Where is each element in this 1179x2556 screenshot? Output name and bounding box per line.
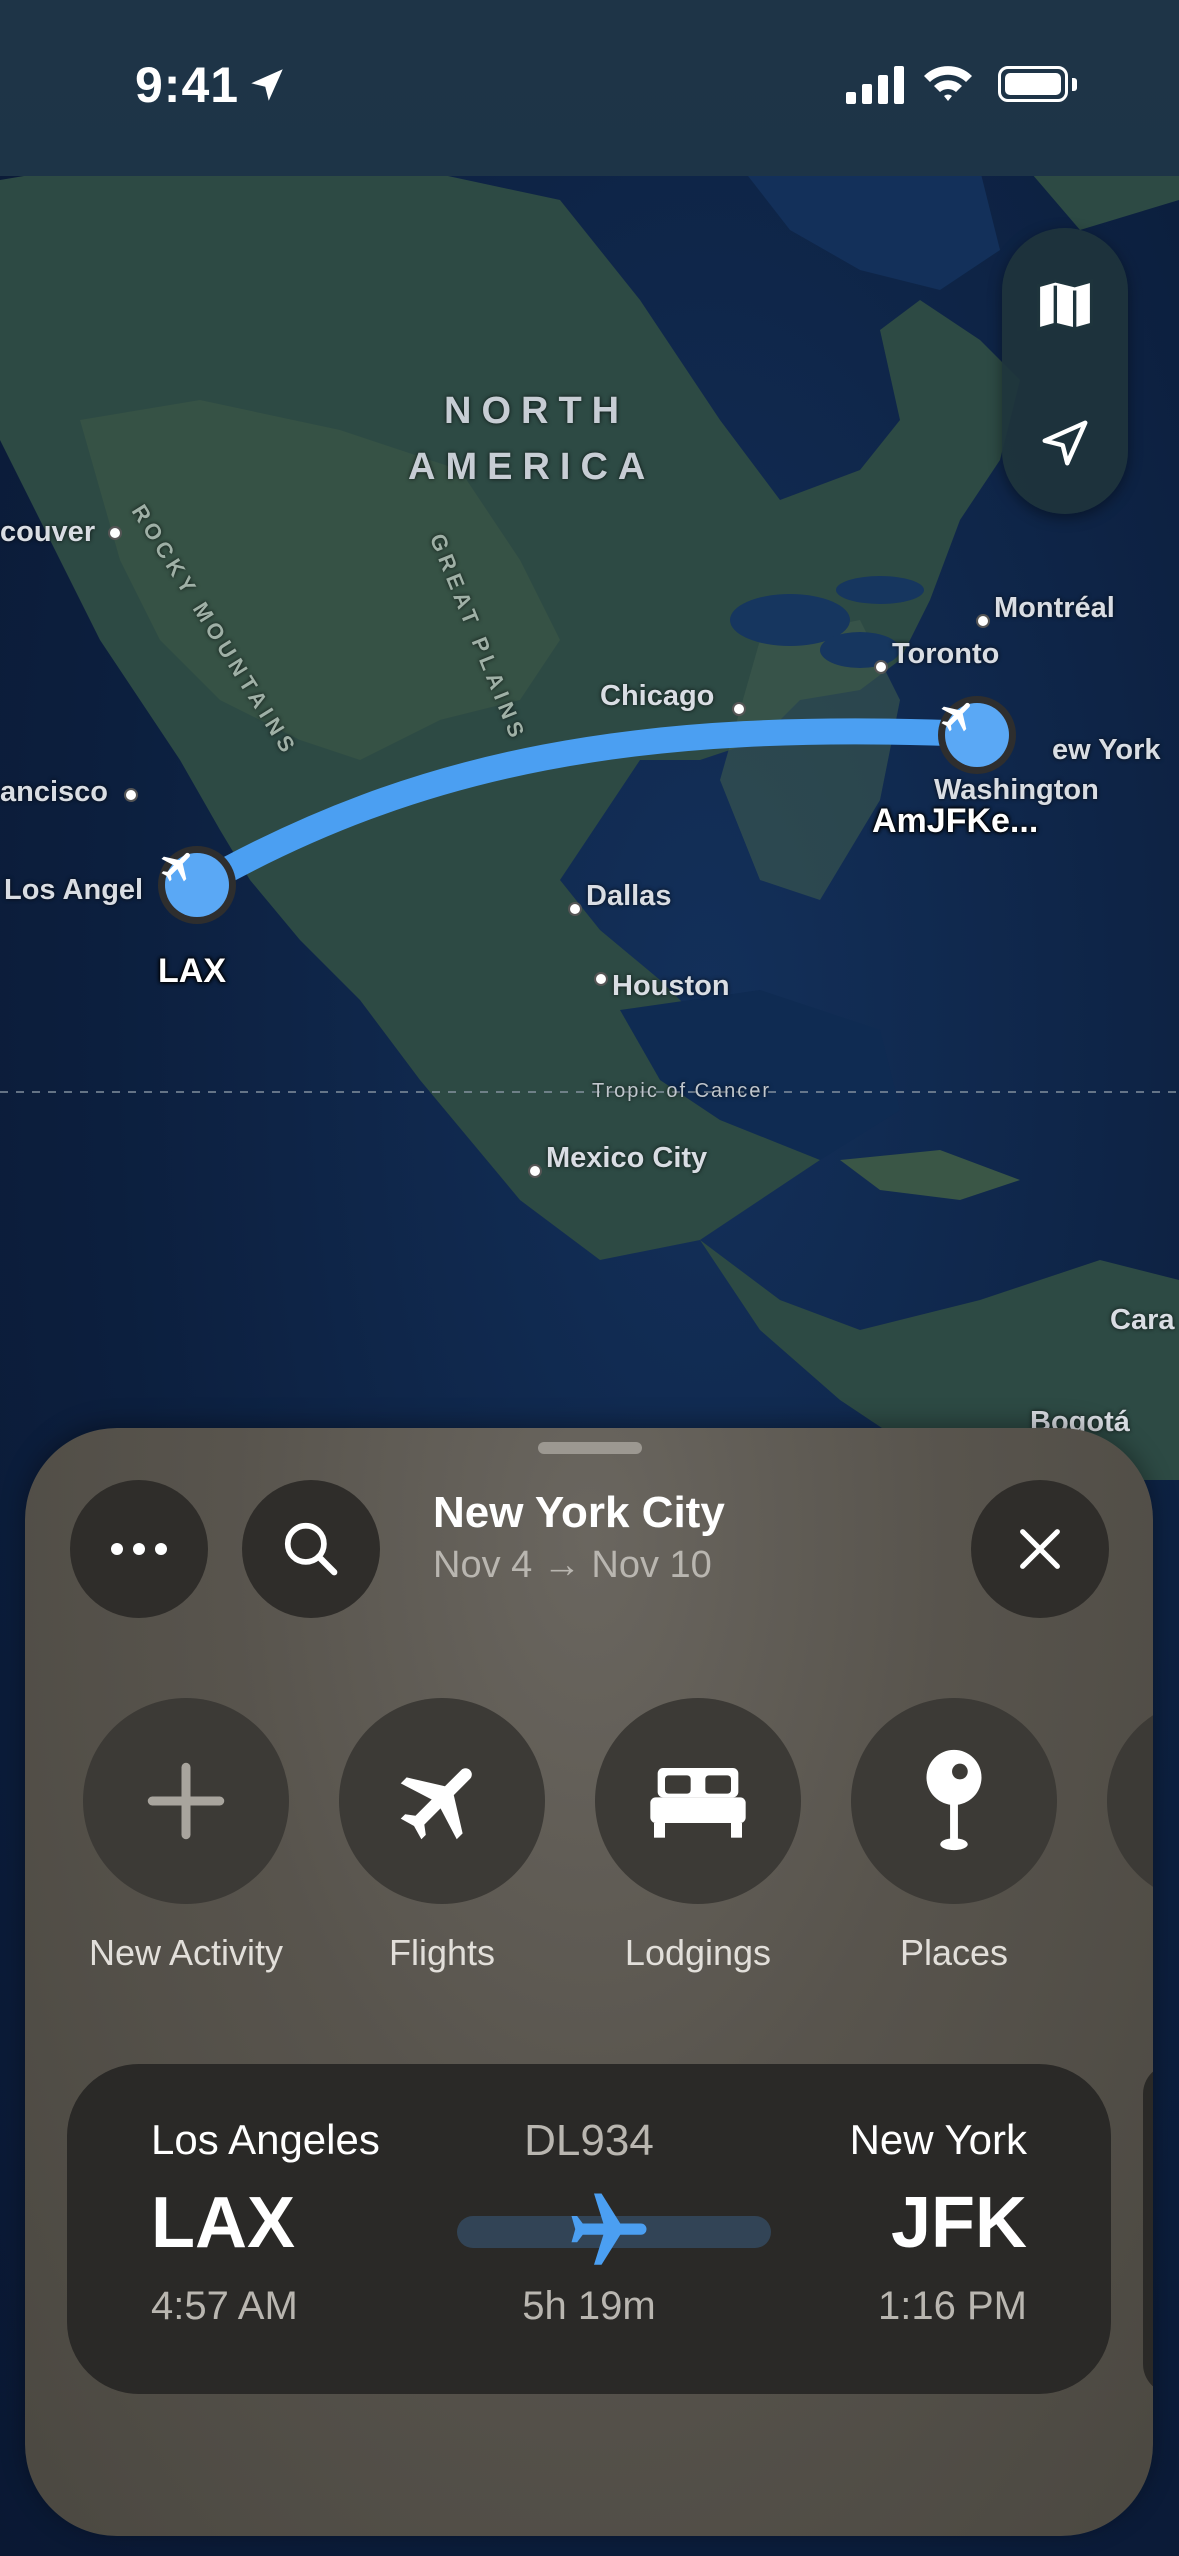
destination-airport-label: AmJFKe... <box>872 802 1039 840</box>
airplane-icon <box>400 1768 472 1840</box>
origin-airport-pin[interactable] <box>158 846 236 924</box>
city-dot <box>594 972 608 986</box>
trip-bottom-sheet[interactable]: New York City Nov 4 → Nov 10 New Activit… <box>25 1428 1153 2536</box>
origin-airport-label: LAX <box>158 952 226 990</box>
city-dot <box>976 614 990 628</box>
sheet-grabber[interactable] <box>538 1442 642 1454</box>
search-button[interactable] <box>242 1480 380 1618</box>
quick-actions: New Activity Flights Lodgings Places <box>25 1698 1153 1973</box>
city-dallas[interactable]: Dallas <box>586 880 671 913</box>
trip-dates: Nov 4 → Nov 10 <box>433 1544 712 1586</box>
airplane-icon <box>571 2193 647 2265</box>
trip-title: New York City <box>433 1488 725 1537</box>
city-mexico-city[interactable]: Mexico City <box>546 1142 707 1175</box>
next-card-peek[interactable] <box>1143 2064 1153 2394</box>
map-mode-button[interactable] <box>1002 250 1128 360</box>
cellular-signal-icon <box>846 66 904 104</box>
ellipsis-icon <box>111 1543 167 1555</box>
location-services-icon <box>251 69 283 101</box>
city-toronto[interactable]: Toronto <box>892 638 999 671</box>
battery-icon <box>998 66 1068 102</box>
action-label: Lodgings <box>624 1932 772 1973</box>
city-dot <box>732 702 746 716</box>
action-new-activity[interactable]: New Activity <box>83 1698 289 1974</box>
city-san-francisco[interactable]: ancisco <box>0 776 108 809</box>
origin-code: LAX <box>151 2183 295 2263</box>
status-bar: 9:41 <box>0 0 1179 176</box>
region-label-america: AMERICA <box>408 446 656 488</box>
city-dot <box>874 660 888 674</box>
airplane-icon <box>161 852 190 882</box>
action-label: New Activity <box>88 1932 284 1973</box>
destination-code: JFK <box>890 2183 1027 2263</box>
action-lodgings[interactable]: Lodgings <box>595 1698 801 1974</box>
city-new-york[interactable]: ew York <box>1052 734 1161 767</box>
city-dot <box>124 788 138 802</box>
destination-airport-pin[interactable] <box>938 696 1016 774</box>
close-button[interactable] <box>971 1480 1109 1618</box>
city-dot <box>568 902 582 916</box>
city-chicago[interactable]: Chicago <box>600 680 714 713</box>
city-caracas[interactable]: Cara <box>1110 1304 1175 1337</box>
tropic-label: Tropic of Cancer <box>592 1080 772 1102</box>
map-icon <box>1036 278 1094 332</box>
action-more-peek[interactable] <box>1107 1698 1153 1904</box>
location-arrow-icon <box>1042 420 1088 466</box>
airplane-icon <box>941 702 970 732</box>
action-label: Flights <box>388 1932 496 1973</box>
search-icon <box>284 1522 338 1576</box>
city-houston[interactable]: Houston <box>612 970 730 1003</box>
map-controls <box>1002 228 1128 514</box>
close-icon <box>1020 1529 1060 1569</box>
city-dot <box>108 526 122 540</box>
flight-card[interactable]: Los Angeles LAX 4:57 AM DL934 5h 19m New… <box>67 2064 1111 2394</box>
destination-city: New York <box>849 2116 1027 2163</box>
locate-me-button[interactable] <box>1002 388 1128 498</box>
city-dot <box>528 1164 542 1178</box>
status-time: 9:41 <box>135 57 240 113</box>
city-los-angeles[interactable]: Los Angel <box>4 874 143 907</box>
wifi-icon <box>924 66 972 101</box>
pin-icon <box>926 1749 982 1851</box>
action-label: Places <box>899 1932 1009 1973</box>
arrival-time: 1:16 PM <box>878 2284 1027 2328</box>
city-vancouver[interactable]: couver <box>0 516 95 549</box>
battery-cap <box>1072 78 1077 91</box>
bed-icon <box>650 1768 746 1838</box>
plus-icon <box>147 1762 225 1840</box>
action-flights[interactable]: Flights <box>339 1698 545 1974</box>
more-button[interactable] <box>70 1480 208 1618</box>
region-label-north: NORTH <box>444 390 630 432</box>
city-montreal[interactable]: Montréal <box>994 592 1115 625</box>
action-places[interactable]: Places <box>851 1698 1057 1974</box>
